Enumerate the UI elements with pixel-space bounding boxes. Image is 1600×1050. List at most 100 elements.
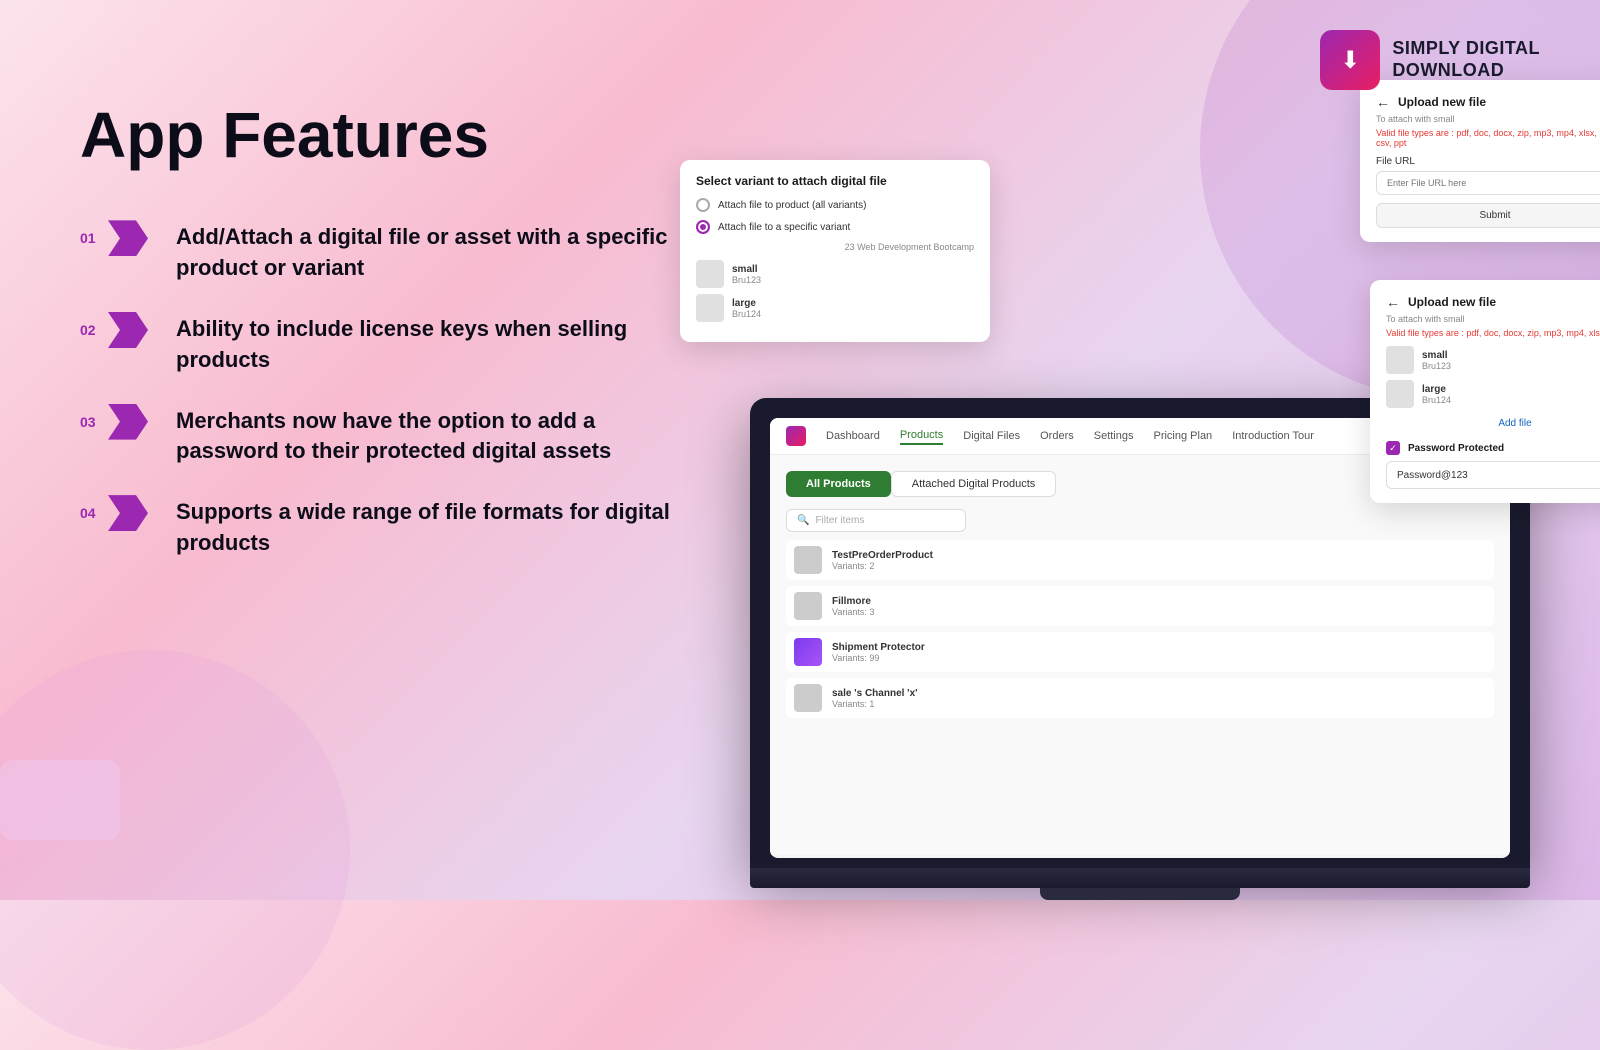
add-file-button[interactable]: Add file: [1386, 414, 1600, 433]
feature-number-1: 01: [80, 230, 108, 246]
variant-name-large-2: large: [1422, 384, 1451, 395]
nav-settings[interactable]: Settings: [1094, 428, 1134, 444]
product-info-2: Fillmore Variants: 3: [832, 596, 874, 617]
upload-subtitle-1: To attach with small: [1376, 114, 1600, 124]
nav-intro[interactable]: Introduction Tour: [1232, 428, 1314, 444]
variant-sku-small-2: Bru123: [1422, 361, 1451, 371]
panel-select-variant-title: Select variant to attach digital file: [696, 174, 974, 188]
product-variants-3: Variants: 99: [832, 653, 925, 663]
tab-attached-digital[interactable]: Attached Digital Products: [891, 471, 1057, 497]
product-name-2: Fillmore: [832, 596, 874, 607]
radio-option-all[interactable]: Attach file to product (all variants): [696, 198, 974, 212]
variant-name-small-2: small: [1422, 350, 1451, 361]
password-input[interactable]: [1397, 470, 1600, 481]
search-icon: 🔍: [797, 515, 809, 526]
variant-info-small: small Bru123: [732, 264, 761, 285]
variant-info-small-2: small Bru123: [1422, 350, 1451, 371]
product-name-1: TestPreOrderProduct: [832, 550, 933, 561]
product-info-4: sale 's Channel 'x' Variants: 1: [832, 688, 918, 709]
variant-name-small: small: [732, 264, 761, 275]
variant-name-large: large: [732, 298, 761, 309]
product-item-4[interactable]: sale 's Channel 'x' Variants: 1: [786, 678, 1494, 718]
search-placeholder: Filter items: [815, 515, 864, 526]
submit-button-1[interactable]: Submit: [1376, 203, 1600, 228]
variant-sku-small: Bru123: [732, 275, 761, 285]
password-input-row: 👁: [1386, 461, 1600, 489]
feature-text-3: Merchants now have the option to add a p…: [176, 404, 700, 468]
right-mockup: Dashboard Products Digital Files Orders …: [700, 60, 1600, 900]
chevron-arrow-3: [108, 404, 148, 440]
app-logo-small: [786, 426, 806, 446]
product-item-3[interactable]: Shipment Protector Variants: 99: [786, 632, 1494, 672]
product-thumb-4: [794, 684, 822, 712]
product-variants-1: Variants: 2: [832, 561, 933, 571]
nav-digital-files[interactable]: Digital Files: [963, 428, 1020, 444]
product-variants-2: Variants: 3: [832, 607, 874, 617]
upload-header-2: ← Upload new file: [1386, 294, 1600, 310]
variant-sku-large: Bru124: [732, 309, 761, 319]
features-list: 01 Add/Attach a digital file or asset wi…: [80, 220, 700, 558]
variant-thumb-large-2: [1386, 380, 1414, 408]
feature-number-arrow-4: 04: [80, 495, 160, 531]
file-url-input-1[interactable]: [1376, 171, 1600, 195]
product-name-3: Shipment Protector: [832, 642, 925, 653]
variant-info-large: large Bru124: [732, 298, 761, 319]
variant-item-large-2: large Bru124: [1386, 380, 1600, 408]
product-info-3: Shipment Protector Variants: 99: [832, 642, 925, 663]
feature-item-4: 04 Supports a wide range of file formats…: [80, 495, 700, 559]
back-arrow-2[interactable]: ←: [1386, 294, 1400, 310]
variant-thumb-small: [696, 260, 724, 288]
product-item-1[interactable]: TestPreOrderProduct Variants: 2: [786, 540, 1494, 580]
back-arrow-1[interactable]: ←: [1376, 94, 1390, 110]
feature-number-4: 04: [80, 505, 108, 521]
panel-upload-1: ← Upload new file To attach with small V…: [1360, 80, 1600, 242]
nav-dashboard[interactable]: Dashboard: [826, 428, 880, 444]
product-thumb-3: [794, 638, 822, 666]
feature-item-2: 02 Ability to include license keys when …: [80, 312, 700, 376]
valid-types-2: Valid file types are : pdf, doc, docx, z…: [1386, 328, 1600, 338]
nav-pricing[interactable]: Pricing Plan: [1153, 428, 1212, 444]
bg-decoration-bottom: [0, 650, 350, 1050]
product-info-1: TestPreOrderProduct Variants: 2: [832, 550, 933, 571]
feature-item-3: 03 Merchants now have the option to add …: [80, 404, 700, 468]
variant-thumb-small-2: [1386, 346, 1414, 374]
feature-number-arrow-3: 03: [80, 404, 160, 440]
products-list: TestPreOrderProduct Variants: 2 Fillmore…: [786, 540, 1494, 718]
product-variants-4: Variants: 1: [832, 699, 918, 709]
variant-item-small-2: small Bru123: [1386, 346, 1600, 374]
radio-label-specific: Attach file to a specific variant: [718, 222, 850, 233]
chevron-arrow-1: [108, 220, 148, 256]
feature-item-1: 01 Add/Attach a digital file or asset wi…: [80, 220, 700, 284]
panel-upload-2: ← Upload new file To attach with small V…: [1370, 280, 1600, 503]
page-title: App Features: [80, 100, 700, 170]
radio-option-specific[interactable]: Attach file to a specific variant: [696, 220, 974, 234]
feature-number-2: 02: [80, 322, 108, 338]
left-content: App Features 01 Add/Attach a digital fil…: [80, 100, 700, 559]
nav-products[interactable]: Products: [900, 427, 943, 445]
password-protected-checkbox[interactable]: ✓: [1386, 441, 1400, 455]
variant-item-large: large Bru124: [696, 294, 974, 322]
file-url-label-1: File URL: [1376, 156, 1600, 167]
laptop-stand: [1040, 888, 1240, 900]
upload-title-1: Upload new file: [1398, 95, 1486, 109]
search-bar[interactable]: 🔍 Filter items: [786, 509, 966, 532]
tab-all-products[interactable]: All Products: [786, 471, 891, 497]
password-protected-label: Password Protected: [1408, 443, 1504, 454]
chevron-arrow-4: [108, 495, 148, 531]
upload-header-1: ← Upload new file: [1376, 94, 1600, 110]
variant-item-small: small Bru123: [696, 260, 974, 288]
panel-subtitle: 23 Web Development Bootcamp: [696, 242, 974, 252]
product-thumb-2: [794, 592, 822, 620]
logo-icon: ⬇: [1320, 30, 1380, 90]
feature-number-arrow-2: 02: [80, 312, 160, 348]
download-icon: ⬇: [1340, 46, 1360, 75]
deco-card: [0, 760, 120, 840]
feature-text-2: Ability to include license keys when sel…: [176, 312, 700, 376]
feature-number-3: 03: [80, 414, 108, 430]
product-item-2[interactable]: Fillmore Variants: 3: [786, 586, 1494, 626]
upload-subtitle-2: To attach with small: [1386, 314, 1600, 324]
nav-orders[interactable]: Orders: [1040, 428, 1074, 444]
feature-text-1: Add/Attach a digital file or asset with …: [176, 220, 700, 284]
logo-area: ⬇ SIMPLY DIGITAL DOWNLOAD: [1320, 30, 1540, 90]
product-name-4: sale 's Channel 'x': [832, 688, 918, 699]
